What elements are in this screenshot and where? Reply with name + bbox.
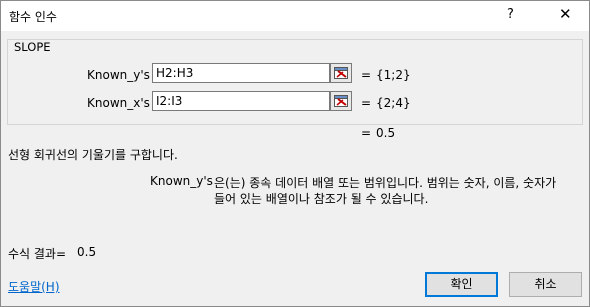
formula-result-value: 0.5: [77, 245, 97, 259]
equals-sign: =: [361, 68, 372, 82]
known-xs-value: I2:I3: [156, 94, 183, 108]
known-xs-input[interactable]: I2:I3: [152, 91, 330, 111]
help-link[interactable]: 도움말(H): [8, 278, 60, 295]
range-select-button-known-xs[interactable]: [330, 91, 352, 111]
range-select-icon: [334, 67, 348, 79]
known-ys-input[interactable]: H2:H3: [152, 63, 330, 83]
function-result: 0.5: [376, 126, 396, 140]
known-xs-result: {2;4}: [376, 96, 411, 110]
ok-button[interactable]: 확인: [425, 272, 498, 297]
function-arguments-dialog: 함수 인수 ? ✕ SLOPE Known_y's H2:H3 = {1;2} …: [0, 0, 590, 307]
known-ys-value: H2:H3: [156, 66, 194, 80]
equals-sign: =: [361, 126, 372, 140]
range-select-icon: [334, 95, 348, 107]
function-name: SLOPE: [13, 40, 52, 54]
arg-description-name: Known_y's: [150, 174, 213, 188]
close-button[interactable]: ✕: [559, 5, 572, 23]
help-button[interactable]: ?: [507, 7, 514, 22]
range-select-button-known-ys[interactable]: [330, 63, 352, 83]
cancel-button[interactable]: 취소: [509, 272, 582, 297]
formula-result-label: 수식 결과=: [8, 247, 67, 261]
equals-sign: =: [361, 96, 372, 110]
arg-description-line1: 은(는) 종속 데이터 배열 또는 범위입니다. 범위는 숫자, 이름, 숫자가: [214, 176, 557, 190]
arg-label-known-ys: Known_y's: [87, 68, 150, 82]
arg-description-line2: 들어 있는 배열이나 참조가 될 수 있습니다.: [214, 192, 429, 206]
dialog-title: 함수 인수: [9, 10, 57, 24]
arg-label-known-xs: Known_x's: [87, 96, 150, 110]
function-description: 선형 회귀선의 기울기를 구합니다.: [8, 148, 178, 162]
title-bar: 함수 인수 ? ✕: [1, 1, 589, 31]
known-ys-result: {1;2}: [376, 68, 411, 82]
